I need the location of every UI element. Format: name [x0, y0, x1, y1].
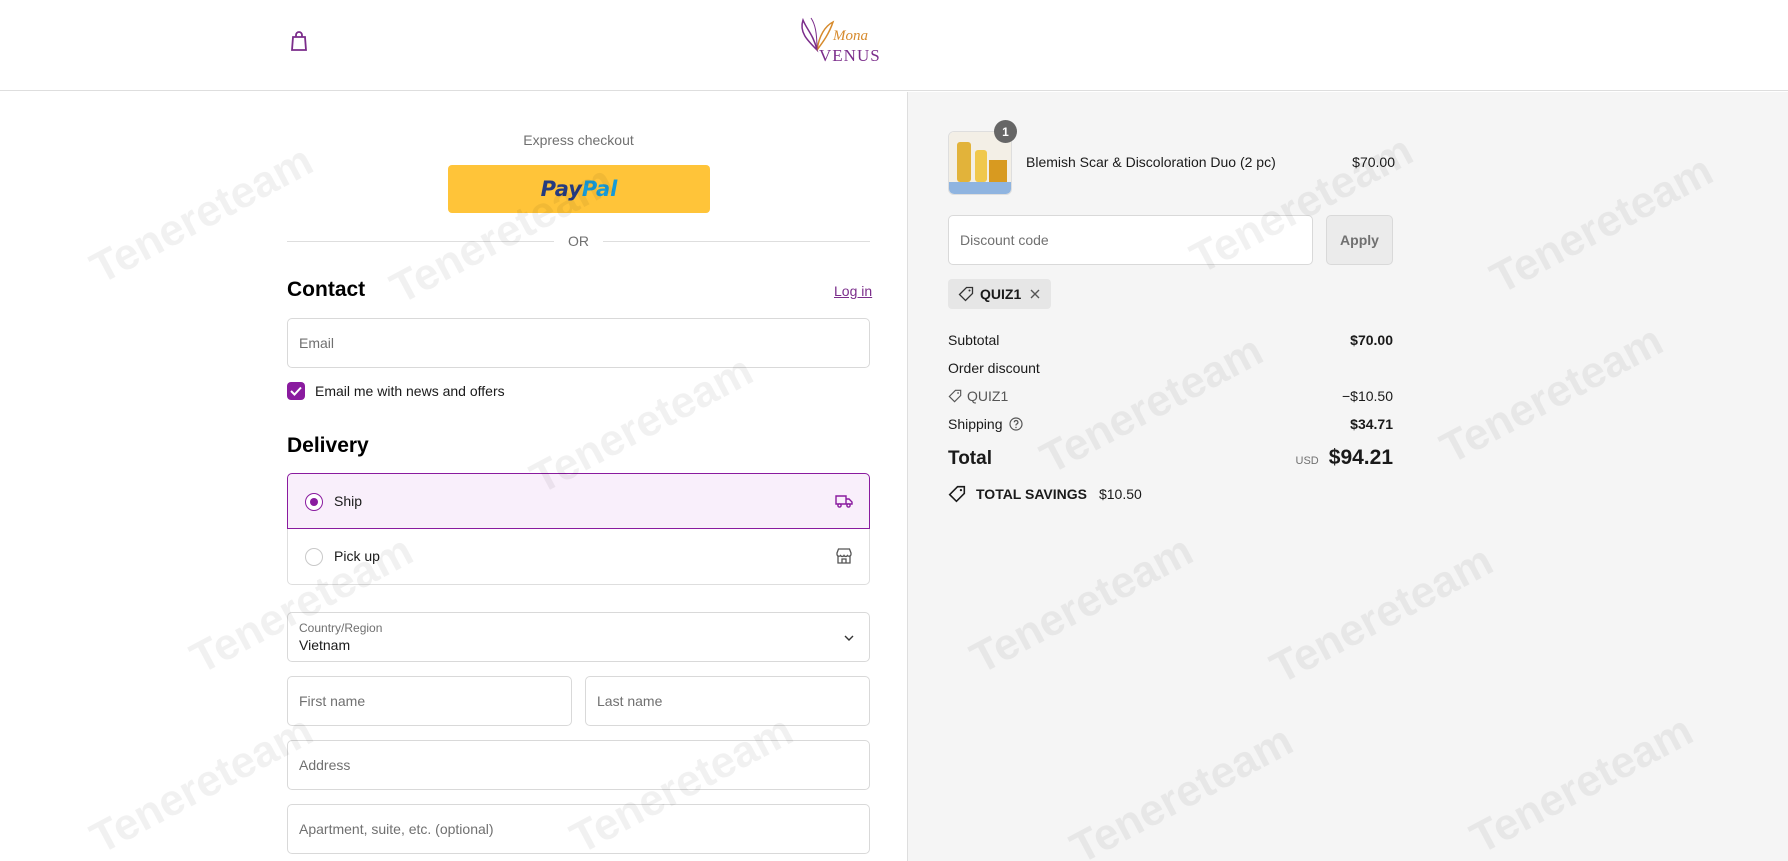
discount-code-field[interactable] [948, 215, 1313, 265]
shipping-info: Shipping [948, 416, 1023, 432]
discount-value: −$10.50 [1342, 388, 1393, 404]
country-value: Vietnam [299, 637, 351, 653]
applied-discount-chip: QUIZ1 [948, 279, 1052, 309]
total-value: $94.21 [1328, 446, 1393, 469]
discount-code-input[interactable] [960, 232, 1301, 248]
total-savings-label: TOTAL SAVINGS [976, 486, 1087, 502]
total-label: Total [948, 448, 992, 469]
currency-code: USD [1295, 455, 1319, 467]
first-name-input[interactable] [299, 693, 560, 709]
total-savings-row: TOTAL SAVINGS $10.50 [948, 485, 1142, 503]
discount-code-info: QUIZ1 [948, 388, 1008, 404]
subtotal-row: Subtotal $70.00 [948, 332, 1393, 348]
header: Mona VENUS [0, 0, 1788, 91]
truck-icon [835, 495, 853, 508]
checkout-form-panel: Express checkout Pay Pal OR Contact Log i… [0, 92, 907, 861]
contact-heading: Contact [287, 278, 366, 301]
store-icon [836, 548, 852, 564]
address-input[interactable] [299, 757, 858, 773]
subtotal-value: $70.00 [1350, 332, 1393, 348]
product-name: Blemish Scar & Discoloration Duo (2 pc) [1026, 154, 1276, 170]
applied-code-label: QUIZ1 [980, 286, 1022, 302]
shipping-row: Shipping $34.71 [948, 416, 1393, 432]
shipping-label: Shipping [948, 416, 1003, 432]
tag-icon [948, 389, 962, 403]
help-circle-icon[interactable] [1008, 417, 1023, 431]
ship-radio[interactable] [305, 493, 323, 511]
delivery-option-ship[interactable]: Ship [287, 473, 870, 529]
delivery-heading: Delivery [287, 434, 369, 457]
shipping-value: $34.71 [1350, 416, 1393, 432]
paypal-button[interactable]: Pay Pal [448, 165, 710, 213]
pickup-label: Pick up [334, 548, 380, 564]
country-label: Country/Region [299, 621, 383, 635]
total-row: Total USD $94.21 [948, 446, 1393, 470]
order-summary-panel: 1 Blemish Scar & Discoloration Duo (2 pc… [907, 92, 1788, 861]
apartment-field[interactable] [287, 804, 870, 854]
newsletter-checkbox[interactable] [287, 382, 305, 400]
email-input[interactable] [299, 335, 858, 351]
email-field[interactable] [287, 318, 870, 368]
discount-code-label: QUIZ1 [967, 388, 1009, 404]
newsletter-label: Email me with news and offers [315, 383, 505, 399]
country-select[interactable]: Country/Region Vietnam [287, 612, 870, 662]
pickup-radio[interactable] [305, 548, 323, 566]
order-discount-label: Order discount [948, 360, 1040, 376]
ship-label: Ship [334, 493, 363, 509]
tag-icon [958, 286, 974, 302]
delivery-option-pickup[interactable]: Pick up [287, 529, 870, 585]
logo-text-bottom: VENUS [819, 46, 881, 65]
paypal-logo-part1: Pay [540, 177, 582, 201]
check-icon [290, 386, 302, 396]
last-name-input[interactable] [597, 693, 858, 709]
logo-text-top: Mona [833, 28, 868, 44]
product-price: $70.00 [1352, 154, 1395, 170]
paypal-logo-part2: Pal [581, 177, 618, 201]
or-label: OR [568, 233, 589, 249]
express-checkout-label: Express checkout [523, 132, 634, 148]
chevron-down-icon [844, 635, 854, 641]
close-icon[interactable] [1029, 288, 1041, 300]
order-discount-row: Order discount [948, 360, 1393, 376]
total-savings-value: $10.50 [1098, 486, 1142, 502]
apply-button[interactable]: Apply [1326, 215, 1393, 265]
discount-code-row: QUIZ1 −$10.50 [948, 388, 1393, 404]
tag-icon [948, 485, 966, 503]
first-name-field[interactable] [287, 676, 572, 726]
shopping-bag-icon[interactable] [289, 29, 309, 53]
brand-logo[interactable]: Mona VENUS [795, 8, 885, 68]
login-link[interactable]: Log in [834, 283, 872, 299]
subtotal-label: Subtotal [948, 332, 1000, 348]
apartment-input[interactable] [299, 821, 858, 837]
last-name-field[interactable] [585, 676, 870, 726]
newsletter-row: Email me with news and offers [287, 382, 505, 400]
quantity-badge: 1 [994, 120, 1017, 143]
or-divider: OR [287, 231, 870, 251]
address-field[interactable] [287, 740, 870, 790]
